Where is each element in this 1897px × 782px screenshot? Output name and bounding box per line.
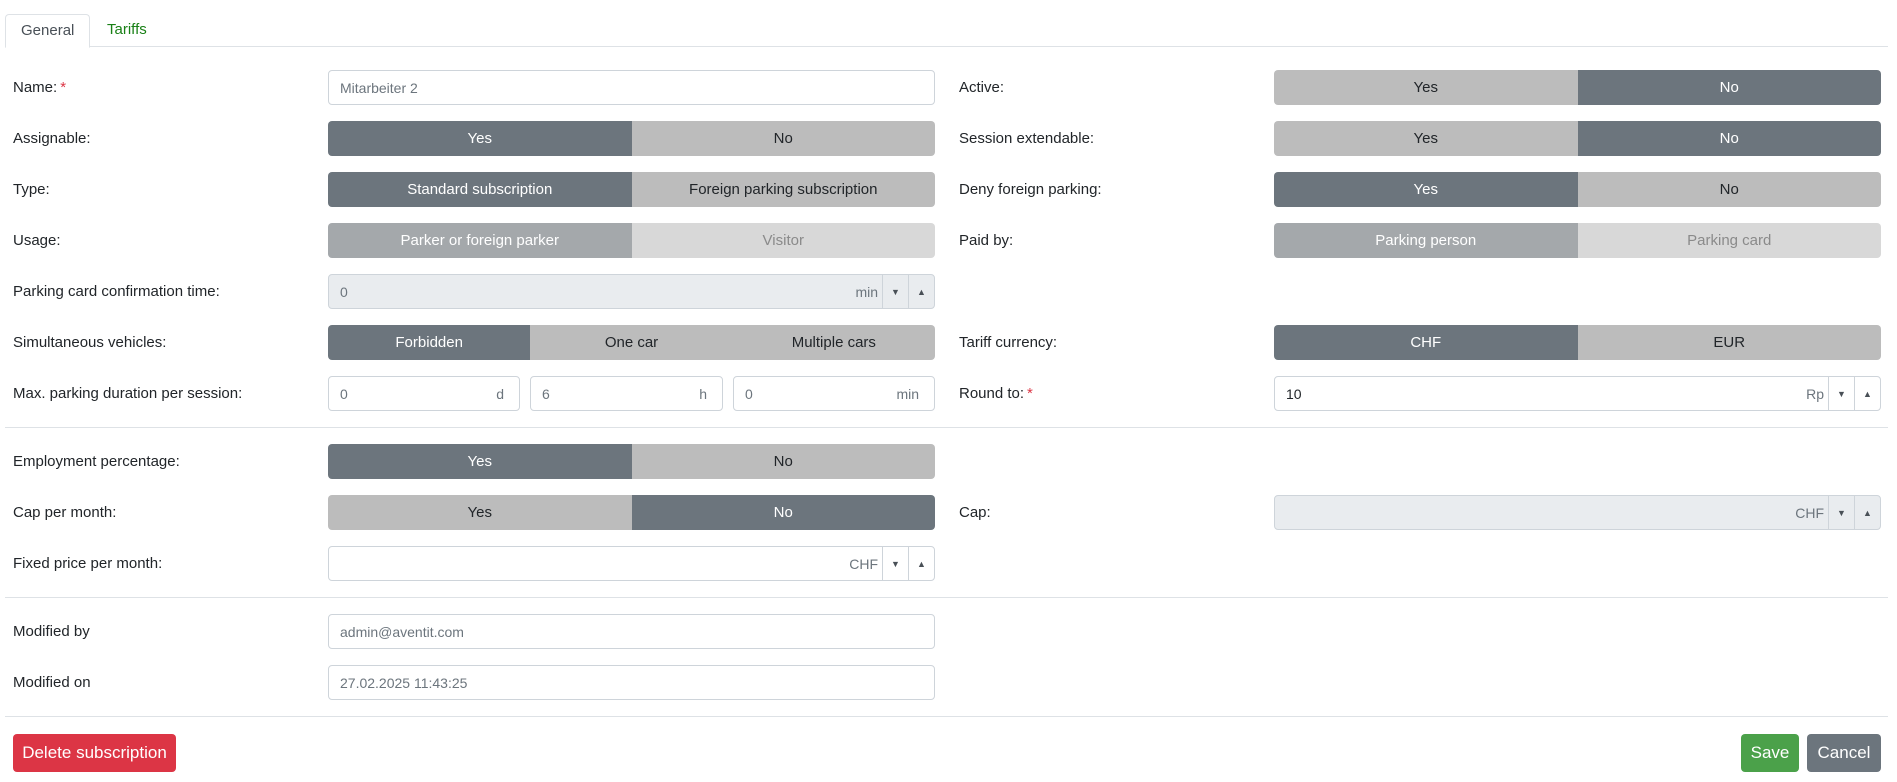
save-button[interactable]: Save xyxy=(1741,734,1799,772)
round-to-value: 10 xyxy=(1286,385,1302,402)
employment-percentage-toggle: Yes No xyxy=(328,444,935,479)
modified-by-value: admin@aventit.com xyxy=(340,623,464,640)
deny-foreign-parking-label: Deny foreign parking: xyxy=(959,181,1102,198)
modified-on-value: 27.02.2025 11:43:25 xyxy=(340,674,468,691)
tariff-currency-label: Tariff currency: xyxy=(959,334,1058,351)
active-no-button[interactable]: No xyxy=(1577,70,1881,105)
simultaneous-vehicles-one-car-button[interactable]: One car xyxy=(530,325,733,360)
cancel-button[interactable]: Cancel xyxy=(1807,734,1881,772)
usage-parker-button: Parker or foreign parker xyxy=(328,223,632,258)
max-duration-minutes-value: 0 xyxy=(745,385,753,402)
cap-label: Cap: xyxy=(959,504,991,521)
unit-label: h xyxy=(699,385,707,402)
type-label: Type: xyxy=(13,181,50,198)
tab-bar: General Tariffs xyxy=(5,14,1888,48)
max-duration-minutes-input[interactable]: 0 min xyxy=(733,376,935,411)
usage-label: Usage: xyxy=(13,232,61,249)
tariff-currency-toggle: CHF EUR xyxy=(1274,325,1881,360)
session-extendable-label: Session extendable: xyxy=(959,130,1095,147)
caret-up-icon[interactable]: ▲ xyxy=(1854,377,1880,410)
fixed-price-per-month-label: Fixed price per month: xyxy=(13,555,163,572)
caret-down-icon[interactable]: ▼ xyxy=(1828,377,1854,410)
assignable-toggle: Yes No xyxy=(328,121,935,156)
assignable-label: Assignable: xyxy=(13,130,91,147)
unit-label: Rp xyxy=(1806,385,1824,402)
parking-card-confirmation-time-label: Parking card confirmation time: xyxy=(13,283,220,300)
parking-card-confirmation-time-value: 0 xyxy=(340,283,348,300)
caret-down-icon: ▼ xyxy=(882,275,908,308)
max-duration-days-input[interactable]: 0 d xyxy=(328,376,520,411)
deny-foreign-parking-toggle: Yes No xyxy=(1274,172,1881,207)
max-duration-days-value: 0 xyxy=(340,385,348,402)
fixed-price-per-month-input[interactable]: CHF ▼ ▲ xyxy=(328,546,935,581)
modified-on-field: 27.02.2025 11:43:25 xyxy=(328,665,935,700)
max-parking-duration-label: Max. parking duration per session: xyxy=(13,385,243,402)
modified-on-label: Modified on xyxy=(13,674,91,691)
section-divider xyxy=(5,597,1888,598)
delete-subscription-button[interactable]: Delete subscription xyxy=(13,734,176,772)
cap-per-month-label: Cap per month: xyxy=(13,504,117,521)
unit-label: min xyxy=(855,283,878,300)
employment-percentage-no-button[interactable]: No xyxy=(631,444,935,479)
paid-by-parking-person-button: Parking person xyxy=(1274,223,1578,258)
assignable-no-button[interactable]: No xyxy=(631,121,935,156)
tariff-currency-chf-button[interactable]: CHF xyxy=(1274,325,1578,360)
tariff-currency-eur-button[interactable]: EUR xyxy=(1577,325,1881,360)
deny-foreign-parking-yes-button[interactable]: Yes xyxy=(1274,172,1578,207)
employment-percentage-yes-button[interactable]: Yes xyxy=(328,444,632,479)
session-extendable-toggle: Yes No xyxy=(1274,121,1881,156)
simultaneous-vehicles-label: Simultaneous vehicles: xyxy=(13,334,167,351)
section-divider xyxy=(5,427,1888,428)
max-duration-hours-value: 6 xyxy=(542,385,550,402)
name-label: Name: * xyxy=(13,79,67,96)
unit-label: CHF xyxy=(849,555,878,572)
simultaneous-vehicles-toggle: Forbidden One car Multiple cars xyxy=(328,325,935,360)
simultaneous-vehicles-forbidden-button[interactable]: Forbidden xyxy=(328,325,531,360)
active-toggle: Yes No xyxy=(1274,70,1881,105)
cap-per-month-toggle: Yes No xyxy=(328,495,935,530)
max-duration-hours-input[interactable]: 6 h xyxy=(530,376,723,411)
type-standard-button[interactable]: Standard subscription xyxy=(328,172,632,207)
simultaneous-vehicles-multiple-cars-button[interactable]: Multiple cars xyxy=(732,325,935,360)
name-input[interactable]: Mitarbeiter 2 xyxy=(328,70,935,105)
caret-up-icon: ▲ xyxy=(908,275,934,308)
required-marker: * xyxy=(60,79,67,96)
unit-label: min xyxy=(896,385,919,402)
cap-per-month-no-button[interactable]: No xyxy=(631,495,935,530)
session-extendable-no-button[interactable]: No xyxy=(1577,121,1881,156)
parking-card-confirmation-time-input: 0 min ▼ ▲ xyxy=(328,274,935,309)
paid-by-toggle: Parking person Parking card xyxy=(1274,223,1881,258)
caret-up-icon: ▲ xyxy=(1854,496,1880,529)
active-yes-button[interactable]: Yes xyxy=(1274,70,1578,105)
modified-by-label: Modified by xyxy=(13,623,90,640)
cap-input: CHF ▼ ▲ xyxy=(1274,495,1881,530)
section-divider xyxy=(5,716,1888,717)
assignable-yes-button[interactable]: Yes xyxy=(328,121,632,156)
caret-up-icon[interactable]: ▲ xyxy=(908,547,934,580)
unit-label: CHF xyxy=(1795,504,1824,521)
usage-visitor-button: Visitor xyxy=(631,223,935,258)
tab-tariffs[interactable]: Tariffs xyxy=(92,14,162,47)
caret-down-icon[interactable]: ▼ xyxy=(882,547,908,580)
active-label: Active: xyxy=(959,79,1005,96)
usage-toggle: Parker or foreign parker Visitor xyxy=(328,223,935,258)
round-to-input[interactable]: 10 Rp ▼ ▲ xyxy=(1274,376,1881,411)
type-toggle: Standard subscription Foreign parking su… xyxy=(328,172,935,207)
employment-percentage-label: Employment percentage: xyxy=(13,453,180,470)
type-foreign-parking-button[interactable]: Foreign parking subscription xyxy=(631,172,935,207)
paid-by-parking-card-button: Parking card xyxy=(1577,223,1881,258)
caret-down-icon: ▼ xyxy=(1828,496,1854,529)
round-to-label: Round to: * xyxy=(959,385,1033,402)
paid-by-label: Paid by: xyxy=(959,232,1014,249)
required-marker: * xyxy=(1027,385,1033,402)
session-extendable-yes-button[interactable]: Yes xyxy=(1274,121,1578,156)
name-value: Mitarbeiter 2 xyxy=(340,79,418,96)
cap-per-month-yes-button[interactable]: Yes xyxy=(328,495,632,530)
tab-general[interactable]: General xyxy=(5,14,91,48)
deny-foreign-parking-no-button[interactable]: No xyxy=(1577,172,1881,207)
modified-by-field: admin@aventit.com xyxy=(328,614,935,649)
unit-label: d xyxy=(496,385,504,402)
